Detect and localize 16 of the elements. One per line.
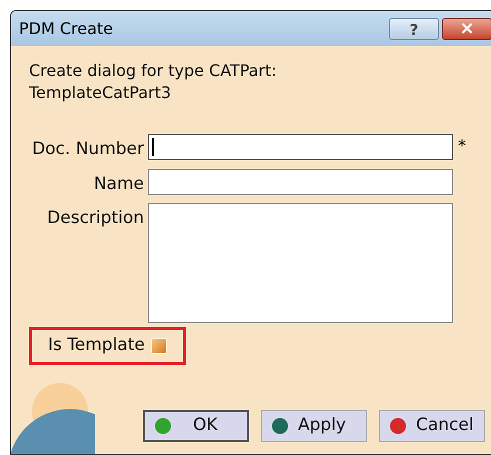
description-field[interactable] [148, 203, 453, 323]
dialog-button[interactable]: OK [143, 410, 249, 442]
window-title: PDM Create [19, 18, 114, 40]
dialog-button[interactable]: Cancel [379, 410, 485, 442]
help-button[interactable]: ? [389, 18, 439, 40]
input-field[interactable] [148, 134, 453, 160]
option-label: Is Template [48, 334, 145, 358]
checkbox[interactable] [150, 338, 167, 354]
dialog-message: TemplateCatPart3 [29, 82, 172, 104]
field-label: Doc. Number [31, 138, 145, 161]
required-mark: * [457, 135, 466, 157]
dialog-message: Create dialog for type CATPart: [29, 60, 278, 82]
field-label: Description [46, 207, 145, 230]
field-label: Name [92, 172, 145, 196]
dialog-button[interactable]: Apply [261, 410, 367, 442]
input-field[interactable] [148, 168, 453, 194]
